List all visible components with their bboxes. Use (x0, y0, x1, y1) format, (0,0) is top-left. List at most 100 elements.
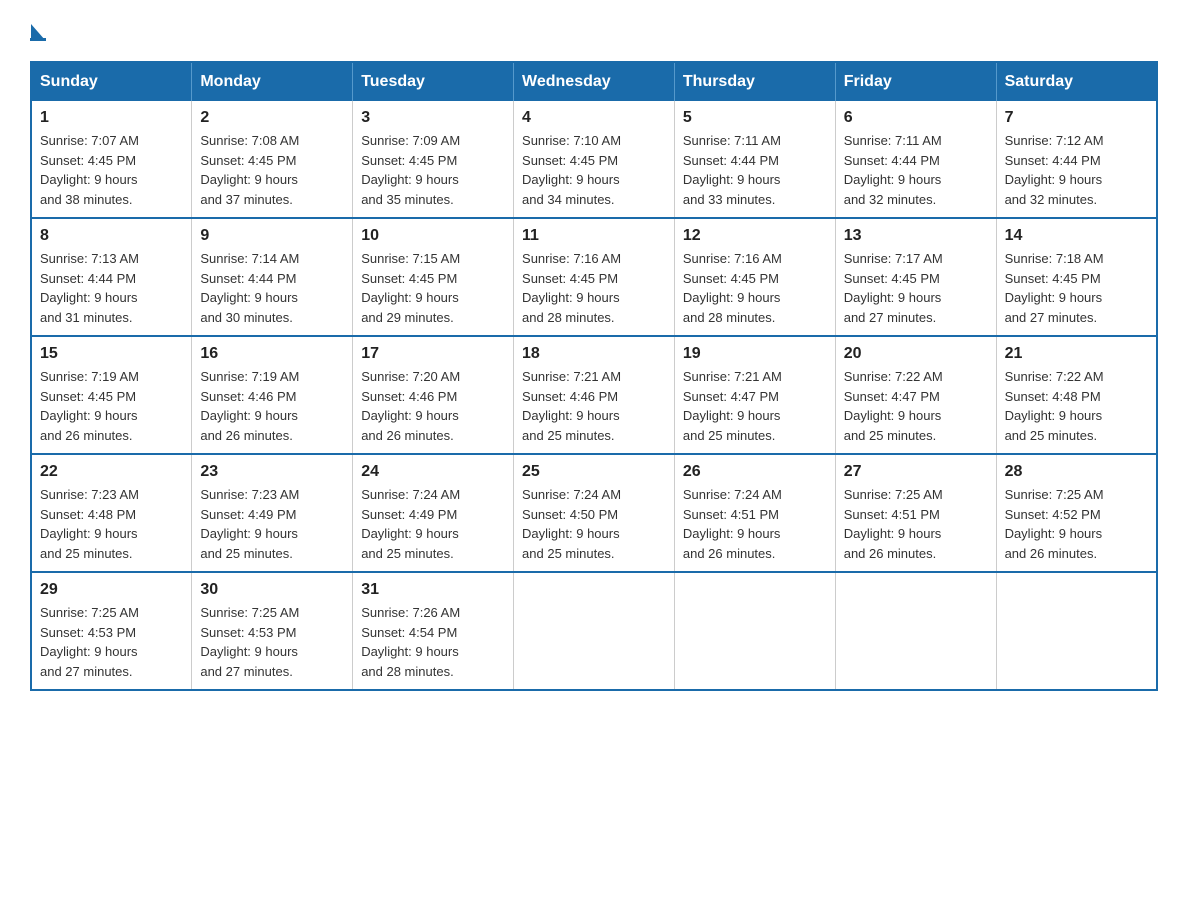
page-header (30, 20, 1158, 41)
day-info: Sunrise: 7:24 AMSunset: 4:51 PMDaylight:… (683, 485, 827, 563)
calendar-cell: 1 Sunrise: 7:07 AMSunset: 4:45 PMDaylight… (31, 101, 192, 218)
day-number: 27 (844, 463, 988, 481)
calendar-cell: 6 Sunrise: 7:11 AMSunset: 4:44 PMDaylight… (835, 101, 996, 218)
day-info: Sunrise: 7:13 AMSunset: 4:44 PMDaylight:… (40, 249, 183, 327)
logo (30, 20, 46, 41)
calendar-cell: 21Sunrise: 7:22 AMSunset: 4:48 PMDayligh… (996, 336, 1157, 454)
day-info: Sunrise: 7:19 AMSunset: 4:46 PMDaylight:… (200, 367, 344, 445)
calendar-cell: 2 Sunrise: 7:08 AMSunset: 4:45 PMDaylight… (192, 101, 353, 218)
day-number: 23 (200, 463, 344, 481)
day-number: 20 (844, 345, 988, 363)
day-info: Sunrise: 7:25 AMSunset: 4:53 PMDaylight:… (200, 603, 344, 681)
day-info: Sunrise: 7:22 AMSunset: 4:47 PMDaylight:… (844, 367, 988, 445)
day-number: 29 (40, 581, 183, 599)
day-number: 5 (683, 109, 827, 127)
weekday-header-friday: Friday (835, 62, 996, 101)
day-number: 16 (200, 345, 344, 363)
calendar-week-row: 15 Sunrise: 7:19 AMSunset: 4:45 PMDayligh… (31, 336, 1157, 454)
calendar-week-row: 29 Sunrise: 7:25 AMSunset: 4:53 PMDayligh… (31, 572, 1157, 690)
calendar-cell: 3 Sunrise: 7:09 AMSunset: 4:45 PMDaylight… (353, 101, 514, 218)
day-info: Sunrise: 7:11 AMSunset: 4:44 PMDaylight:… (683, 131, 827, 209)
day-info: Sunrise: 7:09 AMSunset: 4:45 PMDaylight:… (361, 131, 505, 209)
day-number: 21 (1005, 345, 1148, 363)
day-number: 28 (1005, 463, 1148, 481)
day-number: 15 (40, 345, 183, 363)
calendar-cell: 20 Sunrise: 7:22 AMSunset: 4:47 PMDayligh… (835, 336, 996, 454)
calendar-cell: 31Sunrise: 7:26 AMSunset: 4:54 PMDayligh… (353, 572, 514, 690)
day-number: 19 (683, 345, 827, 363)
calendar-cell: 25 Sunrise: 7:24 AMSunset: 4:50 PMDayligh… (514, 454, 675, 572)
day-info: Sunrise: 7:11 AMSunset: 4:44 PMDaylight:… (844, 131, 988, 209)
day-info: Sunrise: 7:20 AMSunset: 4:46 PMDaylight:… (361, 367, 505, 445)
day-number: 31 (361, 581, 505, 599)
calendar-cell: 22 Sunrise: 7:23 AMSunset: 4:48 PMDayligh… (31, 454, 192, 572)
day-info: Sunrise: 7:24 AMSunset: 4:49 PMDaylight:… (361, 485, 505, 563)
day-number: 25 (522, 463, 666, 481)
day-info: Sunrise: 7:19 AMSunset: 4:45 PMDaylight:… (40, 367, 183, 445)
day-number: 9 (200, 227, 344, 245)
day-number: 6 (844, 109, 988, 127)
day-info: Sunrise: 7:17 AMSunset: 4:45 PMDaylight:… (844, 249, 988, 327)
day-info: Sunrise: 7:10 AMSunset: 4:45 PMDaylight:… (522, 131, 666, 209)
calendar-week-row: 1 Sunrise: 7:07 AMSunset: 4:45 PMDaylight… (31, 101, 1157, 218)
calendar-cell: 16 Sunrise: 7:19 AMSunset: 4:46 PMDayligh… (192, 336, 353, 454)
calendar-cell (996, 572, 1157, 690)
day-info: Sunrise: 7:24 AMSunset: 4:50 PMDaylight:… (522, 485, 666, 563)
day-number: 3 (361, 109, 505, 127)
calendar-cell: 8 Sunrise: 7:13 AMSunset: 4:44 PMDaylight… (31, 218, 192, 336)
calendar-cell: 5 Sunrise: 7:11 AMSunset: 4:44 PMDaylight… (674, 101, 835, 218)
calendar-week-row: 8 Sunrise: 7:13 AMSunset: 4:44 PMDaylight… (31, 218, 1157, 336)
calendar-cell: 13Sunrise: 7:17 AMSunset: 4:45 PMDayligh… (835, 218, 996, 336)
day-number: 22 (40, 463, 183, 481)
day-info: Sunrise: 7:16 AMSunset: 4:45 PMDaylight:… (683, 249, 827, 327)
day-info: Sunrise: 7:25 AMSunset: 4:53 PMDaylight:… (40, 603, 183, 681)
calendar-cell: 24 Sunrise: 7:24 AMSunset: 4:49 PMDayligh… (353, 454, 514, 572)
calendar-cell: 27 Sunrise: 7:25 AMSunset: 4:51 PMDayligh… (835, 454, 996, 572)
day-number: 11 (522, 227, 666, 245)
day-info: Sunrise: 7:23 AMSunset: 4:49 PMDaylight:… (200, 485, 344, 563)
day-info: Sunrise: 7:08 AMSunset: 4:45 PMDaylight:… (200, 131, 344, 209)
day-number: 8 (40, 227, 183, 245)
calendar-cell: 15 Sunrise: 7:19 AMSunset: 4:45 PMDayligh… (31, 336, 192, 454)
day-info: Sunrise: 7:12 AMSunset: 4:44 PMDaylight:… (1005, 131, 1148, 209)
day-info: Sunrise: 7:25 AMSunset: 4:51 PMDaylight:… (844, 485, 988, 563)
calendar-cell: 7 Sunrise: 7:12 AMSunset: 4:44 PMDaylight… (996, 101, 1157, 218)
calendar-cell: 18Sunrise: 7:21 AMSunset: 4:46 PMDayligh… (514, 336, 675, 454)
day-number: 4 (522, 109, 666, 127)
calendar-cell: 19Sunrise: 7:21 AMSunset: 4:47 PMDayligh… (674, 336, 835, 454)
calendar-cell (674, 572, 835, 690)
calendar-cell: 11Sunrise: 7:16 AMSunset: 4:45 PMDayligh… (514, 218, 675, 336)
day-number: 2 (200, 109, 344, 127)
day-info: Sunrise: 7:23 AMSunset: 4:48 PMDaylight:… (40, 485, 183, 563)
weekday-header-monday: Monday (192, 62, 353, 101)
calendar-cell: 9 Sunrise: 7:14 AMSunset: 4:44 PMDaylight… (192, 218, 353, 336)
day-number: 12 (683, 227, 827, 245)
calendar-cell: 26 Sunrise: 7:24 AMSunset: 4:51 PMDayligh… (674, 454, 835, 572)
calendar-cell: 12 Sunrise: 7:16 AMSunset: 4:45 PMDayligh… (674, 218, 835, 336)
day-info: Sunrise: 7:15 AMSunset: 4:45 PMDaylight:… (361, 249, 505, 327)
day-number: 17 (361, 345, 505, 363)
weekday-header-row: SundayMondayTuesdayWednesdayThursdayFrid… (31, 62, 1157, 101)
weekday-header-tuesday: Tuesday (353, 62, 514, 101)
weekday-header-sunday: Sunday (31, 62, 192, 101)
day-number: 7 (1005, 109, 1148, 127)
day-number: 26 (683, 463, 827, 481)
weekday-header-thursday: Thursday (674, 62, 835, 101)
day-number: 18 (522, 345, 666, 363)
day-info: Sunrise: 7:07 AMSunset: 4:45 PMDaylight:… (40, 131, 183, 209)
calendar-week-row: 22 Sunrise: 7:23 AMSunset: 4:48 PMDayligh… (31, 454, 1157, 572)
calendar-cell: 17 Sunrise: 7:20 AMSunset: 4:46 PMDayligh… (353, 336, 514, 454)
day-number: 1 (40, 109, 183, 127)
weekday-header-wednesday: Wednesday (514, 62, 675, 101)
weekday-header-saturday: Saturday (996, 62, 1157, 101)
day-info: Sunrise: 7:14 AMSunset: 4:44 PMDaylight:… (200, 249, 344, 327)
day-number: 30 (200, 581, 344, 599)
calendar-cell: 30 Sunrise: 7:25 AMSunset: 4:53 PMDayligh… (192, 572, 353, 690)
calendar-table: SundayMondayTuesdayWednesdayThursdayFrid… (30, 61, 1158, 691)
day-number: 10 (361, 227, 505, 245)
calendar-cell: 28Sunrise: 7:25 AMSunset: 4:52 PMDayligh… (996, 454, 1157, 572)
day-number: 24 (361, 463, 505, 481)
logo-arrow-icon (31, 24, 45, 40)
calendar-cell: 10 Sunrise: 7:15 AMSunset: 4:45 PMDayligh… (353, 218, 514, 336)
calendar-cell: 14Sunrise: 7:18 AMSunset: 4:45 PMDayligh… (996, 218, 1157, 336)
